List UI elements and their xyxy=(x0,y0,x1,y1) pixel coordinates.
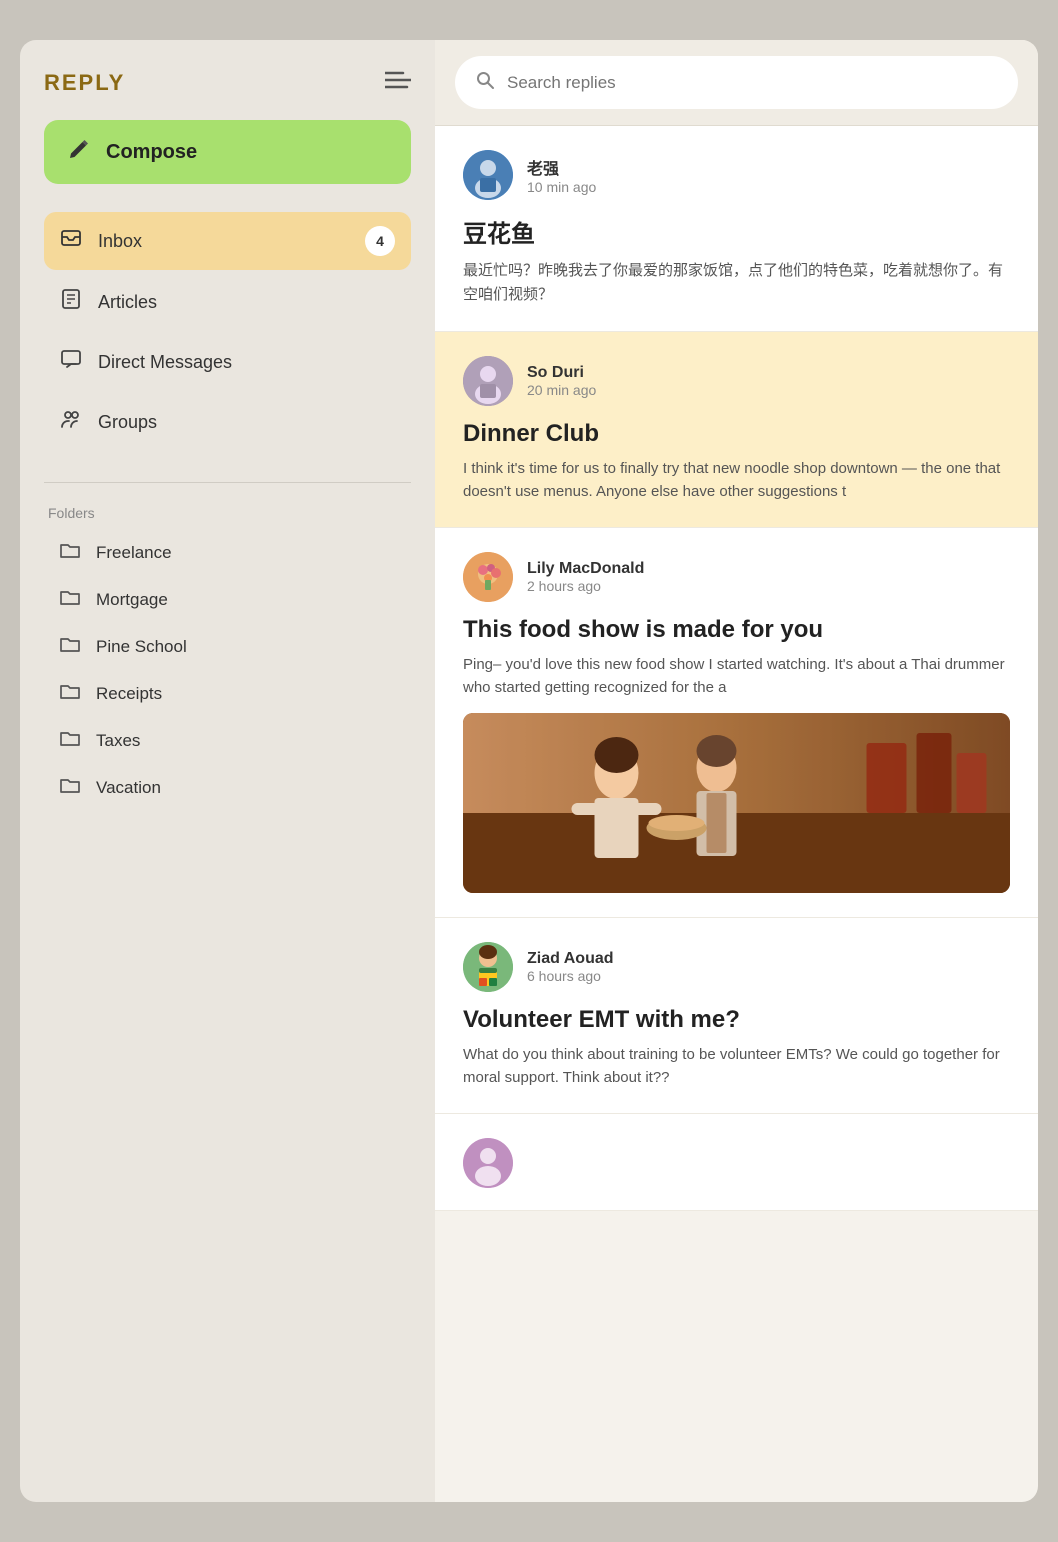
folder-receipts[interactable]: Receipts xyxy=(44,670,411,717)
folder-taxes[interactable]: Taxes xyxy=(44,717,411,764)
sender-info: So Duri 20 min ago xyxy=(527,364,596,398)
time-ago: 20 min ago xyxy=(527,382,596,398)
folder-mortgage[interactable]: Mortgage xyxy=(44,576,411,623)
groups-label: Groups xyxy=(98,412,157,433)
message-card[interactable]: So Duri 20 min ago Dinner Club I think i… xyxy=(435,332,1038,528)
message-header xyxy=(463,1138,1010,1188)
sender-info: Lily MacDonald 2 hours ago xyxy=(527,560,644,594)
divider xyxy=(44,482,411,483)
sender-name: So Duri xyxy=(527,364,596,382)
message-card-partial[interactable] xyxy=(435,1114,1038,1211)
sidebar-item-inbox[interactable]: Inbox 4 xyxy=(44,212,411,270)
message-preview: Ping– you'd love this new food show I st… xyxy=(463,654,1010,699)
search-bar xyxy=(435,40,1038,126)
message-image xyxy=(463,713,1010,893)
message-subject: Dinner Club xyxy=(463,420,1010,448)
sender-name: Lily MacDonald xyxy=(527,560,644,578)
message-header: Ziad Aouad 6 hours ago xyxy=(463,942,1010,992)
message-preview: 最近忙吗？昨晚我去了你最爱的那家饭馆，点了他们的特色菜，吃着就想你了。有空咱们视… xyxy=(463,259,1010,307)
avatar xyxy=(463,150,513,200)
compose-button[interactable]: Compose xyxy=(44,120,411,184)
pencil-icon xyxy=(68,138,90,166)
messages-list: 老强 10 min ago 豆花鱼 最近忙吗？昨晚我去了你最爱的那家饭馆，点了他… xyxy=(435,126,1038,1502)
folder-freelance[interactable]: Freelance xyxy=(44,529,411,576)
sidebar-item-groups[interactable]: Groups xyxy=(44,394,411,450)
sender-info: Ziad Aouad 6 hours ago xyxy=(527,950,614,984)
menu-icon[interactable] xyxy=(385,71,411,95)
sidebar-header: REPLY xyxy=(44,70,411,96)
app-container: REPLY Compose xyxy=(20,40,1038,1502)
articles-label: Articles xyxy=(98,292,157,313)
direct-messages-label: Direct Messages xyxy=(98,352,232,373)
folders-label: Folders xyxy=(44,505,411,521)
folder-receipts-label: Receipts xyxy=(96,684,162,704)
app-logo: REPLY xyxy=(44,70,125,96)
message-subject: 豆花鱼 xyxy=(463,214,1010,249)
folder-pine-school[interactable]: Pine School xyxy=(44,623,411,670)
message-header: Lily MacDonald 2 hours ago xyxy=(463,552,1010,602)
articles-icon xyxy=(60,288,82,316)
folder-freelance-label: Freelance xyxy=(96,543,172,563)
folder-taxes-label: Taxes xyxy=(96,731,140,751)
sidebar: REPLY Compose xyxy=(20,40,435,1502)
folder-icon xyxy=(60,682,80,705)
avatar xyxy=(463,356,513,406)
inbox-badge: 4 xyxy=(365,226,395,256)
time-ago: 6 hours ago xyxy=(527,968,614,984)
compose-label: Compose xyxy=(106,141,197,164)
nav-items: Inbox 4 Articles xyxy=(44,212,411,450)
folder-icon xyxy=(60,776,80,799)
message-subject: Volunteer EMT with me? xyxy=(463,1006,1010,1034)
search-input[interactable] xyxy=(507,73,998,93)
folder-icon xyxy=(60,635,80,658)
message-subject: This food show is made for you xyxy=(463,616,1010,644)
sender-name: 老强 xyxy=(527,155,596,179)
folder-vacation-label: Vacation xyxy=(96,778,161,798)
inbox-label: Inbox xyxy=(98,231,142,252)
time-ago: 10 min ago xyxy=(527,179,596,195)
folder-icon xyxy=(60,588,80,611)
avatar xyxy=(463,552,513,602)
message-header: So Duri 20 min ago xyxy=(463,356,1010,406)
time-ago: 2 hours ago xyxy=(527,578,644,594)
sender-info: 老强 10 min ago xyxy=(527,155,596,195)
groups-icon xyxy=(60,408,82,436)
message-card[interactable]: Lily MacDonald 2 hours ago This food sho… xyxy=(435,528,1038,918)
message-preview: What do you think about training to be v… xyxy=(463,1044,1010,1089)
folder-mortgage-label: Mortgage xyxy=(96,590,168,610)
message-preview: I think it's time for us to finally try … xyxy=(463,458,1010,503)
message-card[interactable]: Ziad Aouad 6 hours ago Volunteer EMT wit… xyxy=(435,918,1038,1114)
folder-vacation[interactable]: Vacation xyxy=(44,764,411,811)
direct-messages-icon xyxy=(60,348,82,376)
message-header: 老强 10 min ago xyxy=(463,150,1010,200)
avatar xyxy=(463,942,513,992)
search-icon xyxy=(475,70,495,95)
sidebar-item-direct-messages[interactable]: Direct Messages xyxy=(44,334,411,390)
folder-icon xyxy=(60,729,80,752)
message-card[interactable]: 老强 10 min ago 豆花鱼 最近忙吗？昨晚我去了你最爱的那家饭馆，点了他… xyxy=(435,126,1038,332)
inbox-icon xyxy=(60,227,82,255)
avatar xyxy=(463,1138,513,1188)
sidebar-item-articles[interactable]: Articles xyxy=(44,274,411,330)
folder-icon xyxy=(60,541,80,564)
folders-section: Folders Freelance Mortgage xyxy=(44,505,411,811)
main-content: 老强 10 min ago 豆花鱼 最近忙吗？昨晚我去了你最爱的那家饭馆，点了他… xyxy=(435,40,1038,1502)
sender-name: Ziad Aouad xyxy=(527,950,614,968)
search-input-wrapper[interactable] xyxy=(455,56,1018,109)
folder-pine-school-label: Pine School xyxy=(96,637,187,657)
